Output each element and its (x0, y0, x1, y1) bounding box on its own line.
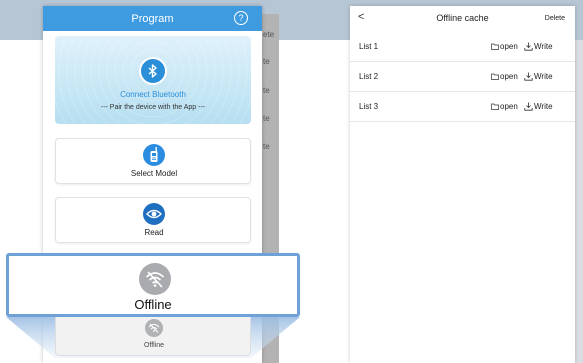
write-label: Write (534, 42, 553, 51)
list-name: List 3 (359, 102, 379, 111)
download-icon (524, 72, 533, 81)
download-icon (524, 42, 533, 51)
write-label: Write (534, 72, 553, 81)
delete-button[interactable]: Delete (545, 15, 565, 22)
wifi-off-icon (145, 319, 163, 337)
write-button[interactable]: Write (524, 42, 553, 51)
list-name: List 1 (359, 42, 379, 51)
open-button[interactable]: open (491, 102, 518, 111)
offline-label: Offline (134, 297, 172, 312)
offline-button-zoomed[interactable]: Offline (6, 253, 300, 317)
offline-cache-header: < Offline cache Delete (350, 6, 575, 32)
offline-cache-screen: < Offline cache Delete List 1 open Write… (350, 6, 575, 363)
list-item: List 3 open Write (350, 92, 575, 122)
open-button[interactable]: open (491, 42, 518, 51)
write-button[interactable]: Write (524, 72, 553, 81)
open-button[interactable]: open (491, 72, 518, 81)
list-item: List 2 open Write (350, 62, 575, 92)
download-icon (524, 102, 533, 111)
offline-cache-title: Offline cache (436, 13, 489, 23)
folder-icon (491, 103, 499, 110)
folder-icon (491, 73, 499, 80)
list-item: List 1 open Write (350, 32, 575, 62)
open-label: open (500, 72, 518, 81)
open-label: open (500, 102, 518, 111)
write-label: Write (534, 102, 553, 111)
folder-icon (491, 43, 499, 50)
offline-button[interactable]: Offline (55, 314, 251, 356)
offline-small-label: Offline (143, 342, 165, 349)
list-name: List 2 (359, 72, 379, 81)
open-label: open (500, 42, 518, 51)
wifi-off-icon (139, 263, 171, 295)
write-button[interactable]: Write (524, 102, 553, 111)
